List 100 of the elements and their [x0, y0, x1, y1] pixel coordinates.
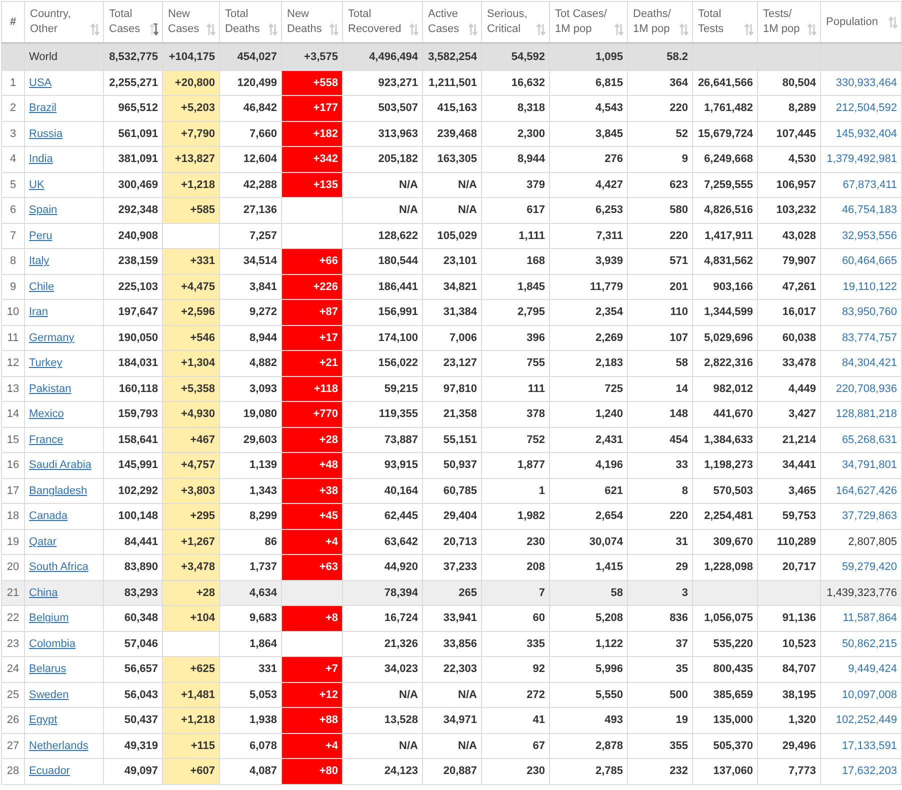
table-cell: 59,753 [758, 504, 820, 529]
country-link[interactable]: UK [29, 178, 44, 191]
table-cell: 180,544 [342, 248, 422, 274]
table-cell: +1,481 [162, 682, 220, 708]
table-cell: 31,384 [422, 300, 482, 325]
table-cell: +5,203 [162, 96, 220, 121]
population-link[interactable]: 60,464,665 [820, 248, 902, 274]
table-cell: +3,803 [162, 478, 220, 504]
table-cell: +3,575 [282, 43, 342, 70]
table-cell: 34,441 [758, 452, 820, 478]
table-cell: 29,404 [422, 504, 482, 529]
table-cell: 62,445 [342, 504, 422, 529]
table-cell: 119,355 [342, 402, 422, 427]
country-link[interactable]: India [29, 153, 53, 166]
table-cell: +1,218 [162, 172, 220, 198]
table-cell: 33,941 [422, 606, 482, 631]
table-cell: 20 [2, 554, 24, 580]
country-link[interactable]: Qatar [29, 536, 57, 548]
table-cell: 91,136 [758, 606, 820, 631]
table-cell: 34,023 [342, 656, 422, 682]
table-cell: 378 [482, 402, 550, 427]
table-cell: +66 [282, 248, 342, 274]
table-cell: 220 [628, 504, 692, 529]
population-link[interactable]: 83,950,760 [820, 300, 902, 325]
table-cell: 503,507 [342, 96, 422, 121]
table-cell: 493 [550, 708, 628, 733]
table-cell: 12 [2, 350, 24, 376]
table-cell: 2,254,481 [692, 504, 758, 529]
table-cell: 571 [628, 248, 692, 274]
table-cell: 276 [550, 146, 628, 172]
country-link[interactable]: Egypt [29, 714, 58, 726]
table-cell: +38 [282, 478, 342, 504]
population-link[interactable]: 1,379,492,981 [820, 146, 902, 172]
table-cell: 580 [628, 198, 692, 223]
population-link[interactable]: 37,729,863 [820, 504, 902, 529]
population-link[interactable]: 59,279,420 [820, 554, 902, 580]
table-cell: 6 [2, 198, 24, 223]
table-cell: +467 [162, 427, 220, 452]
population-link[interactable]: 11,587,864 [820, 606, 902, 631]
table-cell: +177 [282, 96, 342, 121]
table-cell: 6,249,668 [692, 146, 758, 172]
table-cell: +12 [282, 682, 342, 708]
table-cell: 33 [628, 452, 692, 478]
country-link[interactable]: USA [29, 76, 52, 89]
table-cell: 23,101 [422, 248, 482, 274]
sort-icon[interactable] [149, 23, 159, 36]
table-cell: 14 [2, 402, 24, 427]
table-cell: 2,795 [482, 300, 550, 325]
table-cell: 2,183 [550, 350, 628, 376]
table-cell: 1,761,482 [692, 96, 758, 121]
table-cell: 232 [628, 758, 692, 784]
table-cell: 58 [628, 350, 692, 376]
country-link[interactable]: Iran [29, 306, 48, 318]
table-cell: 1,198,273 [692, 452, 758, 478]
table-cell: +28 [282, 427, 342, 452]
table-cell: +13,827 [162, 146, 220, 172]
table-cell: +295 [162, 504, 220, 529]
table-cell: 8,289 [758, 96, 820, 121]
country-link[interactable]: Spain [29, 204, 58, 216]
table-cell: 110 [628, 300, 692, 325]
table-cell: 168 [482, 248, 550, 274]
country-link[interactable]: Chile [29, 280, 54, 293]
table-cell: +80 [282, 758, 342, 784]
table-cell: 8,532,775 [104, 43, 162, 70]
population-link[interactable]: 34,791,801 [820, 452, 902, 478]
country-link[interactable]: Brazil [29, 102, 57, 114]
population-link[interactable]: 128,881,218 [820, 402, 902, 427]
population-link[interactable]: 17,632,203 [820, 758, 902, 784]
population-link[interactable]: 9,449,424 [820, 656, 902, 682]
table-cell: N/A [342, 198, 422, 223]
table-cell: +226 [282, 274, 342, 300]
table-cell: 836 [628, 606, 692, 631]
table-cell: 22,303 [422, 656, 482, 682]
table-cell: +1,267 [162, 529, 220, 554]
population-link[interactable]: 102,252,449 [820, 708, 902, 733]
table-cell: 4,496,494 [342, 43, 422, 70]
table-cell: 4 [2, 146, 24, 172]
table-cell: +1,218 [162, 708, 220, 733]
population-link[interactable]: 212,504,592 [820, 96, 902, 121]
table-cell: 4,530 [758, 146, 820, 172]
table-cell: 617 [482, 198, 550, 223]
country-link[interactable]: Italy [29, 255, 50, 268]
column-header[interactable]: # [10, 14, 16, 30]
table-cell: +7,790 [162, 121, 220, 146]
table-cell: 3,427 [758, 402, 820, 427]
table-cell: 19 [628, 708, 692, 733]
table-cell: +625 [162, 656, 220, 682]
country-link[interactable]: Peru [29, 230, 52, 242]
table-cell: 1,344,599 [692, 300, 758, 325]
table-cell: 5,996 [550, 656, 628, 682]
table-cell: 60 [482, 606, 550, 631]
table-cell: 8 [2, 248, 24, 274]
population-link[interactable]: 84,304,421 [820, 350, 902, 376]
country-link[interactable]: China [29, 586, 58, 599]
table-cell: 33,478 [758, 350, 820, 376]
table-cell: 2 [2, 96, 24, 121]
table-cell: +63 [282, 554, 342, 580]
table-cell: 137,060 [692, 758, 758, 784]
table-cell: 1,982 [482, 504, 550, 529]
population-link[interactable]: 46,754,183 [820, 198, 902, 223]
